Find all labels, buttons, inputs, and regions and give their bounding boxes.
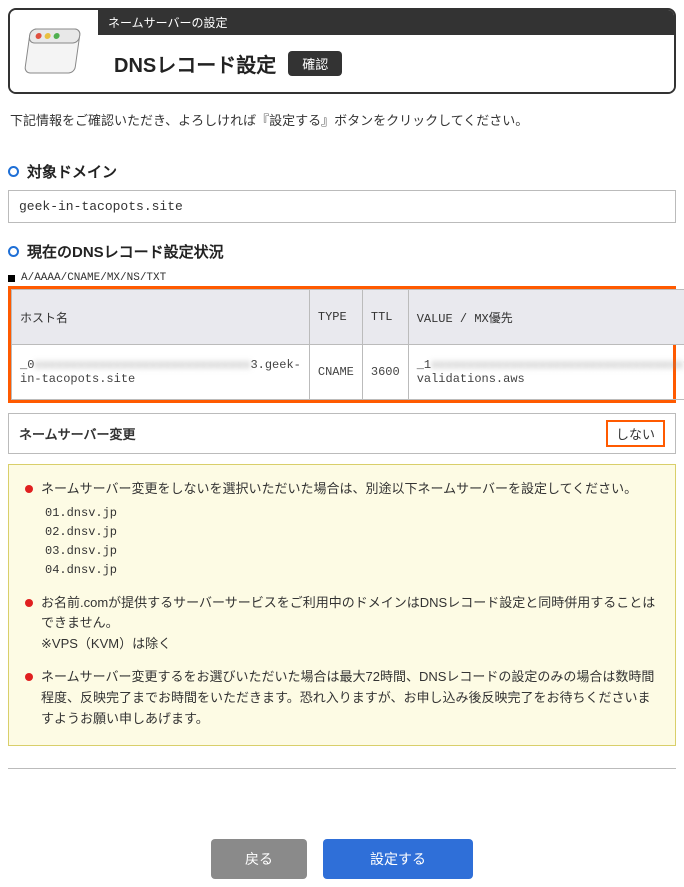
cell-host: _0xxxxxxxxxxxxxxxxxxxxxxxxxxxxxx3.geek-i…: [12, 345, 310, 400]
note-text: ネームサーバー変更をしないを選択いただいた場合は、別途以下ネームサーバーを設定し…: [41, 479, 659, 500]
records-subtype-label: A/AAAA/CNAME/MX/NS/TXT: [8, 272, 676, 284]
submit-button[interactable]: 設定する: [323, 839, 473, 879]
col-type: TYPE: [309, 290, 362, 345]
ns-server: 03.dnsv.jp: [45, 542, 659, 561]
cell-value-prefix: _1: [417, 358, 431, 372]
table-header-row: ホスト名 TYPE TTL VALUE / MX優先 状態 削除: [12, 290, 684, 345]
records-highlight-frame: ホスト名 TYPE TTL VALUE / MX優先 状態 削除 _0xxxxx…: [8, 286, 676, 403]
red-bullet-icon: [25, 599, 33, 607]
confirm-badge: 確認: [288, 51, 342, 76]
window-icon: [22, 19, 86, 83]
red-bullet-icon: [25, 485, 33, 493]
bullet-icon: [8, 246, 19, 257]
intro-text: 下記情報をご確認いただき、よろしければ『設定する』ボタンをクリックしてください。: [10, 110, 674, 129]
note-text: ネームサーバー変更するをお選びいただいた場合は最大72時間、DNSレコードの設定…: [41, 667, 659, 729]
note-text: ※VPS（KVM）は除く: [41, 634, 659, 655]
section-heading-domain-label: 対象ドメイン: [27, 161, 117, 182]
ns-change-value: しない: [606, 420, 665, 447]
cell-host-prefix: _0: [20, 358, 34, 372]
header-icon-cell: [10, 10, 98, 92]
notes-box: ネームサーバー変更をしないを選択いただいた場合は、別途以下ネームサーバーを設定し…: [8, 464, 676, 746]
back-button[interactable]: 戻る: [211, 839, 307, 879]
cell-value-obscured: xxxxxxxxxxxxxxxxxxxxxxxxxxxxxxxxxxx: [431, 358, 683, 372]
col-host: ホスト名: [12, 290, 310, 345]
ns-change-label: ネームサーバー変更: [19, 424, 135, 443]
note-item: ネームサーバー変更をしないを選択いただいた場合は、別途以下ネームサーバーを設定し…: [25, 479, 659, 581]
section-heading-records-label: 現在のDNSレコード設定状況: [27, 241, 224, 262]
cell-host-obscured: xxxxxxxxxxxxxxxxxxxxxxxxxxxxxx: [34, 358, 250, 372]
section-heading-records: 現在のDNSレコード設定状況: [8, 241, 676, 262]
page-header: ネームサーバーの設定 DNSレコード設定 確認: [8, 8, 676, 94]
red-bullet-icon: [25, 673, 33, 681]
note-item: ネームサーバー変更するをお選びいただいた場合は最大72時間、DNSレコードの設定…: [25, 667, 659, 729]
domain-value: geek-in-tacopots.site: [8, 190, 676, 223]
ns-server: 02.dnsv.jp: [45, 523, 659, 542]
button-row: 戻る 設定する: [8, 839, 676, 879]
dns-records-table: ホスト名 TYPE TTL VALUE / MX優先 状態 削除 _0xxxxx…: [11, 289, 684, 400]
cell-type: CNAME: [309, 345, 362, 400]
records-subtype-text: A/AAAA/CNAME/MX/NS/TXT: [21, 272, 166, 284]
breadcrumb: ネームサーバーの設定: [98, 10, 674, 35]
col-ttl: TTL: [362, 290, 408, 345]
cell-value: _1xxxxxxxxxxxxxxxxxxxxxxxxxxxxxxxxxxxf.a…: [408, 345, 684, 400]
square-bullet-icon: [8, 275, 15, 282]
ns-server: 01.dnsv.jp: [45, 504, 659, 523]
col-value: VALUE / MX優先: [408, 290, 684, 345]
page-title: DNSレコード設定: [114, 49, 276, 78]
section-heading-domain: 対象ドメイン: [8, 161, 676, 182]
ns-server: 04.dnsv.jp: [45, 561, 659, 580]
ns-server-list: 01.dnsv.jp 02.dnsv.jp 03.dnsv.jp 04.dnsv…: [45, 504, 659, 581]
ns-change-bar: ネームサーバー変更 しない: [8, 413, 676, 454]
table-row: _0xxxxxxxxxxxxxxxxxxxxxxxxxxxxxx3.geek-i…: [12, 345, 684, 400]
cell-ttl: 3600: [362, 345, 408, 400]
note-text: お名前.comが提供するサーバーサービスをご利用中のドメインはDNSレコード設定…: [41, 593, 659, 635]
divider: [8, 768, 676, 769]
note-item: お名前.comが提供するサーバーサービスをご利用中のドメインはDNSレコード設定…: [25, 593, 659, 655]
bullet-icon: [8, 166, 19, 177]
